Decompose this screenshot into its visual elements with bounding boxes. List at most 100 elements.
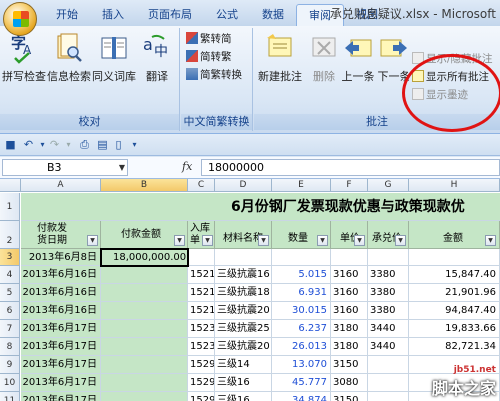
table-cell-f[interactable]: 3150 bbox=[331, 392, 368, 401]
table-cell-a[interactable]: 2013年6月17日 bbox=[21, 338, 101, 356]
table-cell-g[interactable]: 3380 bbox=[368, 284, 409, 302]
table-cell-e[interactable]: 34.874 bbox=[272, 392, 331, 401]
table-cell-c[interactable]: 1523 bbox=[188, 320, 215, 338]
table-cell-b[interactable] bbox=[101, 356, 188, 374]
table-cell-b[interactable] bbox=[101, 338, 188, 356]
table-cell-f[interactable]: 3180 bbox=[331, 338, 368, 356]
office-button[interactable] bbox=[3, 2, 37, 36]
header-cell[interactable]: 付款金额 ▼ bbox=[101, 221, 188, 249]
formula-input[interactable]: 18000000 bbox=[201, 159, 500, 176]
table-cell-b[interactable] bbox=[101, 302, 188, 320]
table-cell-c[interactable]: 1529 bbox=[188, 356, 215, 374]
table-cell-h[interactable]: 94,847.40 bbox=[409, 302, 500, 320]
table-cell-a[interactable]: 2013年6月16日 bbox=[21, 284, 101, 302]
row-header[interactable]: 9 bbox=[0, 356, 20, 374]
table-cell-h[interactable]: 19,833.66 bbox=[409, 320, 500, 338]
row-header[interactable]: 8 bbox=[0, 338, 20, 356]
table-cell-e[interactable]: 6.931 bbox=[272, 284, 331, 302]
table-cell-a[interactable]: 2013年6月17日 bbox=[21, 356, 101, 374]
row-header[interactable]: 5 bbox=[0, 284, 20, 302]
table-cell-d[interactable]: 三级14 bbox=[215, 356, 272, 374]
table-cell-e[interactable]: 6.237 bbox=[272, 320, 331, 338]
column-header-d[interactable]: D bbox=[215, 179, 272, 192]
row-header[interactable]: 11 bbox=[0, 392, 20, 401]
select-all-corner[interactable] bbox=[0, 179, 21, 192]
table-cell-c[interactable]: 1529 bbox=[188, 374, 215, 392]
name-box[interactable]: B3 ▼ bbox=[2, 159, 128, 176]
table-cell-g[interactable]: 3380 bbox=[368, 266, 409, 284]
filter-dropdown-icon[interactable]: ▼ bbox=[87, 235, 98, 246]
table-cell-g[interactable]: 3440 bbox=[368, 338, 409, 356]
table-cell-g[interactable] bbox=[368, 392, 409, 401]
table-cell-c[interactable]: 1523 bbox=[188, 338, 215, 356]
filter-dropdown-icon[interactable]: ▼ bbox=[202, 235, 213, 246]
table-cell-h[interactable] bbox=[409, 249, 500, 266]
tab-home[interactable]: 开始 bbox=[44, 4, 90, 26]
column-header-a[interactable]: A bbox=[21, 179, 101, 192]
tab-insert[interactable]: 插入 bbox=[90, 4, 136, 26]
table-cell-e[interactable]: 26.013 bbox=[272, 338, 331, 356]
sheet-title[interactable]: 6月份钢厂发票现款优惠与政策现款优 bbox=[21, 193, 500, 221]
table-cell-g[interactable] bbox=[368, 374, 409, 392]
column-header-f[interactable]: F bbox=[331, 179, 368, 192]
filter-dropdown-icon[interactable]: ▼ bbox=[395, 235, 406, 246]
table-cell-b[interactable] bbox=[101, 320, 188, 338]
filter-dropdown-icon[interactable]: ▼ bbox=[174, 235, 185, 246]
table-cell-h[interactable]: 15,847.40 bbox=[409, 266, 500, 284]
row-header[interactable]: 6 bbox=[0, 302, 20, 320]
table-cell-g[interactable] bbox=[368, 356, 409, 374]
header-cell[interactable]: 材料名称 ▼ bbox=[215, 221, 272, 249]
table-cell-a[interactable]: 2013年6月17日 bbox=[21, 392, 101, 401]
row-header[interactable]: 2 bbox=[0, 221, 20, 249]
redo-icon[interactable]: ↷ bbox=[48, 138, 61, 151]
row-header[interactable]: 3 bbox=[0, 249, 20, 266]
column-header-g[interactable]: G bbox=[368, 179, 409, 192]
table-cell-d[interactable]: 三级抗震20 bbox=[215, 338, 272, 356]
table-cell-b[interactable] bbox=[101, 374, 188, 392]
table-cell-a[interactable]: 2013年6月8日 bbox=[21, 249, 101, 266]
insert-function-icon[interactable]: fx bbox=[182, 160, 192, 173]
table-cell-e[interactable]: 5.015 bbox=[272, 266, 331, 284]
header-cell[interactable]: 付款发 货日期 ▼ bbox=[21, 221, 101, 249]
table-cell-a[interactable]: 2013年6月17日 bbox=[21, 374, 101, 392]
new-comment-button[interactable]: 新建批注 bbox=[258, 32, 302, 84]
table-cell-d[interactable]: 三级16 bbox=[215, 392, 272, 401]
row-header[interactable]: 1 bbox=[0, 193, 20, 221]
table-cell-d[interactable]: 三级抗震16 bbox=[215, 266, 272, 284]
tab-formulas[interactable]: 公式 bbox=[204, 4, 250, 26]
table-cell-f[interactable]: 3160 bbox=[331, 266, 368, 284]
table-cell-g[interactable]: 3440 bbox=[368, 320, 409, 338]
table-cell-f[interactable]: 3160 bbox=[331, 284, 368, 302]
column-header-b[interactable]: B bbox=[101, 179, 188, 192]
simplified-traditional-convert-button[interactable]: 简繁转换 bbox=[186, 68, 242, 83]
quick-print-icon[interactable]: ▤ bbox=[96, 138, 109, 151]
table-cell-c[interactable]: 1521 bbox=[188, 266, 215, 284]
customize-toolbar-icon[interactable]: ▾ bbox=[128, 138, 141, 151]
table-cell-d[interactable]: 三级16 bbox=[215, 374, 272, 392]
table-cell-d[interactable]: 三级抗震18 bbox=[215, 284, 272, 302]
column-header-e[interactable]: E bbox=[272, 179, 331, 192]
table-cell-b[interactable] bbox=[101, 392, 188, 401]
table-cell-g[interactable]: 3380 bbox=[368, 302, 409, 320]
print-preview-icon[interactable]: ⎙ bbox=[78, 138, 91, 151]
table-cell-e[interactable] bbox=[272, 249, 331, 266]
filter-dropdown-icon[interactable]: ▼ bbox=[258, 235, 269, 246]
table-cell-g[interactable] bbox=[368, 249, 409, 266]
table-cell-h[interactable]: 82,721.34 bbox=[409, 338, 500, 356]
header-cell[interactable]: 金额 ▼ bbox=[409, 221, 500, 249]
research-button[interactable]: 信息检索 bbox=[47, 32, 91, 84]
table-cell-f[interactable]: 3160 bbox=[331, 302, 368, 320]
header-cell[interactable]: 单价 ▼ bbox=[331, 221, 368, 249]
tab-data[interactable]: 数据 bbox=[250, 4, 296, 26]
row-header[interactable]: 10 bbox=[0, 374, 20, 392]
tab-page-layout[interactable]: 页面布局 bbox=[136, 4, 204, 26]
table-cell-e[interactable]: 30.015 bbox=[272, 302, 331, 320]
table-cell-a[interactable]: 2013年6月16日 bbox=[21, 302, 101, 320]
redo-dropdown-icon[interactable]: ▾ bbox=[62, 138, 75, 151]
table-cell-c[interactable] bbox=[188, 249, 215, 266]
table-cell-a[interactable]: 2013年6月16日 bbox=[21, 266, 101, 284]
table-cell-c[interactable]: 1521 bbox=[188, 302, 215, 320]
table-cell-f[interactable] bbox=[331, 249, 368, 266]
to-traditional-button[interactable]: 简转繁 bbox=[186, 50, 232, 65]
table-cell-d[interactable]: 三级抗震25 bbox=[215, 320, 272, 338]
